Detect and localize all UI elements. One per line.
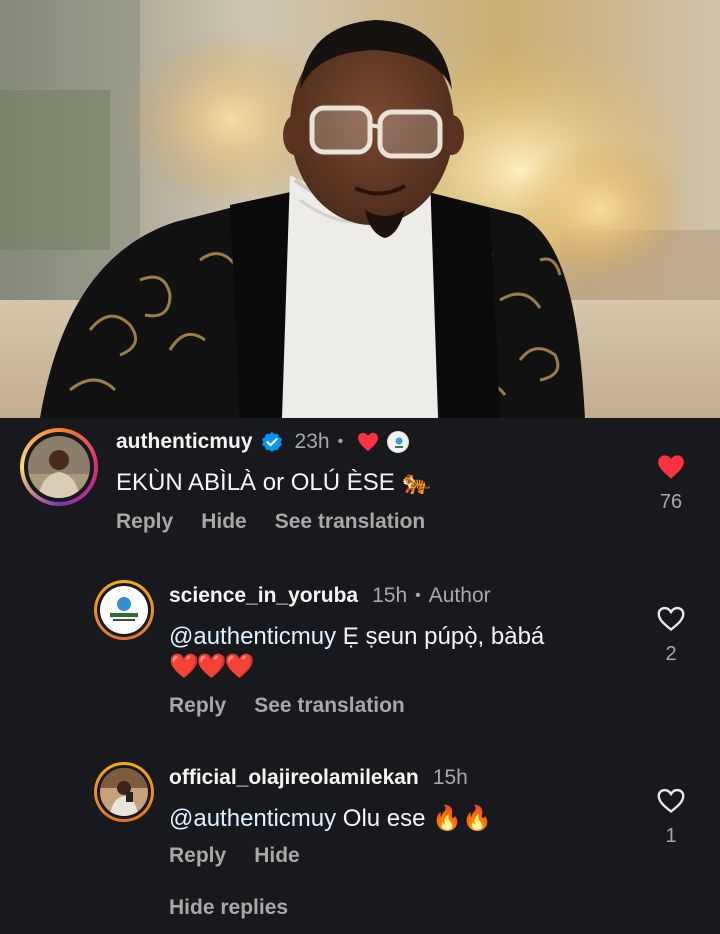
reply-button[interactable]: Reply <box>169 844 226 868</box>
like-outline-heart-icon[interactable] <box>657 606 685 632</box>
comment-actions: Reply Hide <box>169 844 300 868</box>
like-column: 2 <box>651 606 691 666</box>
like-count: 1 <box>665 825 677 847</box>
comment-text: @authenticmuy Olu ese 🔥🔥 <box>169 804 492 834</box>
hide-replies-button[interactable]: Hide replies <box>169 896 288 920</box>
liked-by-author-heart-icon <box>357 432 379 452</box>
separator-dot: • <box>415 587 421 604</box>
comment-body: Ẹ ṣeun púpọ̀, bàbá <box>336 623 545 650</box>
separator-dot: • <box>337 433 344 450</box>
hide-button[interactable]: Hide <box>201 510 247 534</box>
mention-link[interactable]: @authenticmuy <box>169 805 336 832</box>
avatar[interactable] <box>100 586 148 634</box>
comments-section: authenticmuy 23h • EKÙN ABÌLÀ or OLÚ ÈSE… <box>0 418 720 934</box>
comment-username[interactable]: science_in_yoruba <box>169 584 358 608</box>
comment-text: @authenticmuy Ẹ ṣeun púpọ̀, bàbá <box>169 622 544 652</box>
like-count: 2 <box>665 643 677 665</box>
reply-science-in-yoruba: science_in_yoruba 15h • Author @authenti… <box>0 576 720 736</box>
comment-username[interactable]: official_olajireolamilekan <box>169 766 419 790</box>
like-column: 1 <box>651 788 691 848</box>
hide-button[interactable]: Hide <box>254 844 300 868</box>
comment-actions: Reply See translation <box>169 694 405 718</box>
like-outline-heart-icon[interactable] <box>657 788 685 814</box>
see-translation-button[interactable]: See translation <box>275 510 426 534</box>
avatar[interactable] <box>28 436 90 498</box>
like-count: 76 <box>659 491 683 513</box>
comment-body: Olu ese 🔥🔥 <box>336 805 492 832</box>
comment-text-line2: ❤️❤️❤️ <box>169 653 255 680</box>
comment-actions: Reply Hide See translation <box>116 510 425 534</box>
comment-authenticmuy: authenticmuy 23h • EKÙN ABÌLÀ or OLÚ ÈSE… <box>0 418 720 568</box>
like-column: 76 <box>651 454 691 514</box>
comment-time: 23h <box>294 430 330 453</box>
author-label: Author <box>428 584 491 607</box>
author-mini-avatar <box>387 431 410 453</box>
see-translation-button[interactable]: See translation <box>254 694 405 718</box>
avatar[interactable] <box>100 768 148 816</box>
comment-username[interactable]: authenticmuy <box>116 430 253 454</box>
reply-button[interactable]: Reply <box>116 510 173 534</box>
reply-button[interactable]: Reply <box>169 694 226 718</box>
verified-badge-icon <box>261 431 283 453</box>
reply-official-olajireolamilekan: official_olajireolamilekan 15h @authenti… <box>0 758 720 888</box>
comment-time: 15h <box>432 766 468 789</box>
comment-text: EKÙN ABÌLÀ or OLÚ ÈSE 🐅 <box>116 469 432 496</box>
like-filled-heart-icon[interactable] <box>657 454 685 480</box>
mention-link[interactable]: @authenticmuy <box>169 623 336 650</box>
post-photo <box>0 0 720 418</box>
comment-time: 15h <box>372 584 408 607</box>
